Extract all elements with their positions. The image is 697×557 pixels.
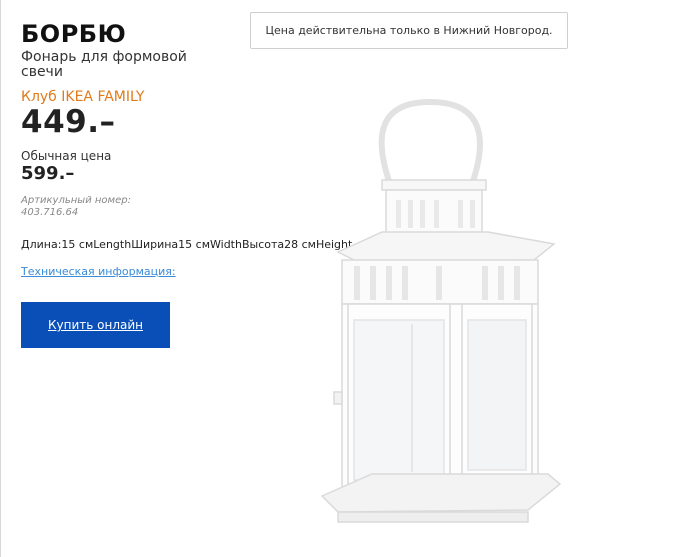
price-notice-box: Цена действительна только в Нижний Новго… [250,12,568,49]
regular-price: 599.– [21,163,75,184]
regular-price-label: Обычная цена [21,149,112,163]
product-title: БОРБЮ [21,20,127,48]
left-border [0,0,1,557]
family-price: 449.– [21,104,116,140]
lantern-image [320,98,562,523]
article-number: Артикульный номер: 403.716.64 [21,195,131,218]
price-notice-text: Цена действительна только в Нижний Новго… [265,24,553,37]
family-club-label: Клуб IKEA FAMILY [21,89,145,105]
buy-online-label: Купить онлайн [48,318,143,332]
tech-info-link[interactable]: Техническая информация: [21,265,176,278]
buy-online-button[interactable]: Купить онлайн [21,302,170,348]
product-description: Фонарь для формовой свечи [21,49,187,80]
dimensions-text: Длина:15 смLengthШирина15 смWidthВысота2… [21,238,353,251]
